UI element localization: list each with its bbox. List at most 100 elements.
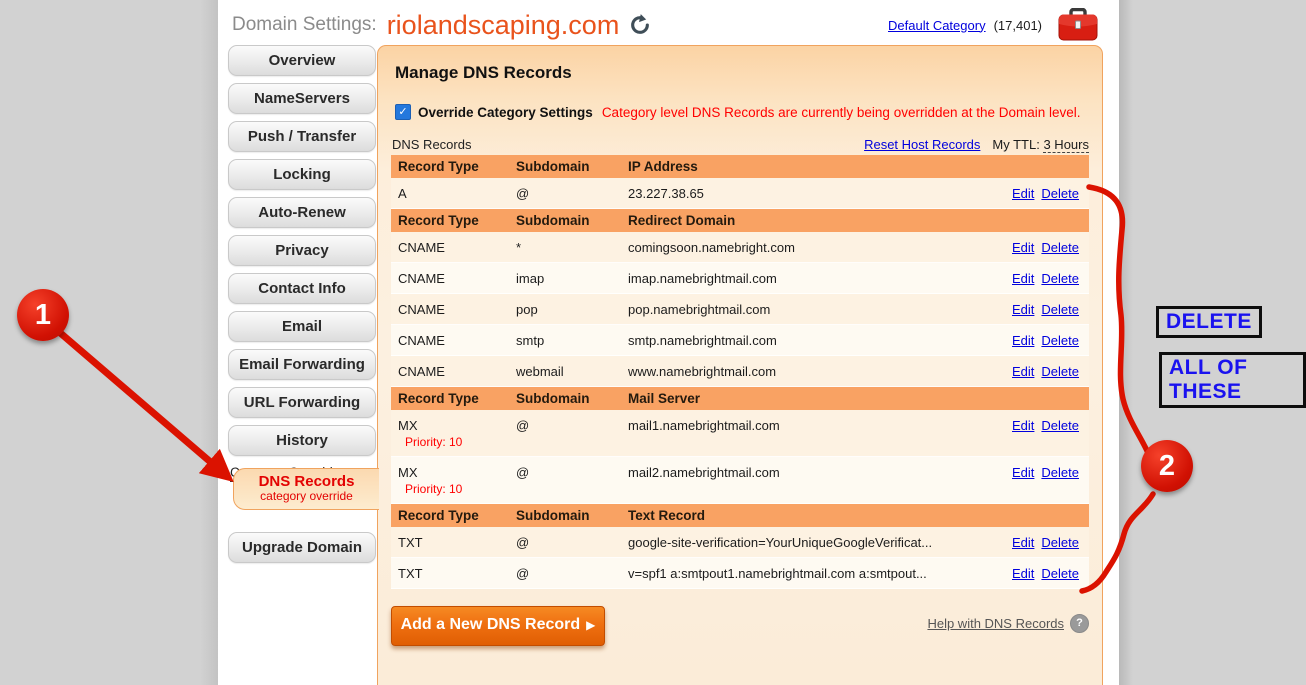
refresh-icon[interactable] — [629, 14, 651, 36]
record-type-cell: CNAME — [398, 271, 516, 286]
delete-link[interactable]: Delete — [1041, 186, 1079, 201]
row-actions: Edit Delete — [993, 364, 1089, 379]
row-actions: Edit Delete — [993, 186, 1089, 201]
table-row: CNAMEsmtpsmtp.namebrightmail.comEditDele… — [391, 325, 1089, 356]
reset-host-records-link[interactable]: Reset Host Records — [864, 137, 980, 152]
table-row: TXT@v=spf1 a:smtpout1.namebrightmail.com… — [391, 558, 1089, 589]
manage-dns-panel: Manage DNS Records ✓ Override Category S… — [377, 45, 1103, 685]
table-row: A@23.227.38.65EditDelete — [391, 178, 1089, 209]
edit-link[interactable]: Edit — [1012, 240, 1034, 255]
delete-link[interactable]: Delete — [1041, 465, 1079, 480]
delete-link[interactable]: Delete — [1041, 418, 1079, 433]
record-type: MX — [398, 465, 516, 480]
sidebar-item-contact-info[interactable]: Contact Info — [228, 273, 376, 304]
question-mark-icon[interactable]: ? — [1070, 614, 1089, 633]
record-type: CNAME — [398, 240, 516, 255]
category-count: (17,401) — [994, 18, 1042, 33]
table-row: TXT@google-site-verification=YourUniqueG… — [391, 527, 1089, 558]
record-priority: Priority: 10 — [405, 482, 516, 496]
column-header-record-type: Record Type — [398, 159, 516, 174]
ttl-value[interactable]: 3 Hours — [1043, 137, 1089, 153]
sidebar-item-overview[interactable]: Overview — [228, 45, 376, 76]
edit-link[interactable]: Edit — [1012, 271, 1034, 286]
sidebar-item-dns-records-override[interactable]: DNS Records category override — [233, 468, 379, 510]
header: Domain Settings: riolandscaping.com Defa… — [232, 6, 1112, 44]
table-section-header: Record TypeSubdomainMail Server — [391, 387, 1089, 410]
upgrade-domain-button[interactable]: Upgrade Domain — [228, 532, 376, 563]
edit-link[interactable]: Edit — [1012, 418, 1034, 433]
help-dns-records-link[interactable]: Help with DNS Records — [927, 616, 1064, 631]
row-actions: Edit Delete — [993, 271, 1089, 286]
record-type-cell: CNAME — [398, 364, 516, 379]
delete-link[interactable]: Delete — [1041, 535, 1079, 550]
table-row: MXPriority: 10@mail1.namebrightmail.comE… — [391, 410, 1089, 457]
row-actions: Edit Delete — [993, 535, 1089, 550]
edit-link[interactable]: Edit — [1012, 186, 1034, 201]
record-value-cell: comingsoon.namebright.com — [628, 240, 993, 255]
sidebar-item-push-transfer[interactable]: Push / Transfer — [228, 121, 376, 152]
row-actions: Edit Delete — [993, 566, 1089, 581]
subdomain-cell: @ — [516, 418, 628, 433]
ttl-text: My TTL: 3 Hours — [992, 137, 1089, 152]
delete-link[interactable]: Delete — [1041, 333, 1079, 348]
edit-link[interactable]: Edit — [1012, 364, 1034, 379]
sidebar-item-history[interactable]: History — [228, 425, 376, 456]
sidebar-item-locking[interactable]: Locking — [228, 159, 376, 190]
add-dns-record-button[interactable]: Add a New DNS Record▶ — [391, 606, 605, 646]
row-actions: Edit Delete — [993, 333, 1089, 348]
row-actions: Edit Delete — [993, 302, 1089, 317]
subdomain-cell: @ — [516, 566, 628, 581]
table-section-header: Record TypeSubdomainRedirect Domain — [391, 209, 1089, 232]
edit-link[interactable]: Edit — [1012, 566, 1034, 581]
record-type-cell: MX Priority: 10 — [398, 465, 516, 496]
annotation-delete-label: DELETE — [1156, 306, 1262, 338]
column-header-actions — [993, 391, 1089, 406]
edit-link[interactable]: Edit — [1012, 535, 1034, 550]
sidebar-item-nameservers[interactable]: NameServers — [228, 83, 376, 114]
delete-link[interactable]: Delete — [1041, 302, 1079, 317]
sidebar-item-privacy[interactable]: Privacy — [228, 235, 376, 266]
annotation-step-2: 2 — [1141, 440, 1193, 492]
subdomain-cell: imap — [516, 271, 628, 286]
column-header-actions — [993, 159, 1089, 174]
record-value-cell: imap.namebrightmail.com — [628, 271, 993, 286]
edit-link[interactable]: Edit — [1012, 465, 1034, 480]
help-wrap: Help with DNS Records ? — [927, 614, 1089, 633]
delete-link[interactable]: Delete — [1041, 566, 1079, 581]
annotation-all-of-these-label: ALL OF THESE — [1159, 352, 1306, 408]
edit-link[interactable]: Edit — [1012, 333, 1034, 348]
sidebar-item-email-forwarding[interactable]: Email Forwarding — [228, 349, 376, 380]
table-row: CNAMEwebmailwww.namebrightmail.comEditDe… — [391, 356, 1089, 387]
table-section-header: Record TypeSubdomainText Record — [391, 504, 1089, 527]
record-type-cell: CNAME — [398, 333, 516, 348]
sidebar: Overview NameServers Push / Transfer Lockin… — [228, 45, 376, 488]
sidebar-item-email[interactable]: Email — [228, 311, 376, 342]
briefcase-icon[interactable] — [1058, 8, 1098, 42]
record-value-cell: google-site-verification=YourUniqueGoogl… — [628, 535, 993, 550]
delete-link[interactable]: Delete — [1041, 240, 1079, 255]
column-header-subdomain: Subdomain — [516, 508, 628, 523]
column-header-text-record: Text Record — [628, 508, 993, 523]
column-header-record-type: Record Type — [398, 391, 516, 406]
arrow-right-icon: ▶ — [586, 618, 595, 632]
sidebar-item-url-forwarding[interactable]: URL Forwarding — [228, 387, 376, 418]
column-header-mail-server: Mail Server — [628, 391, 993, 406]
table-label-right: Reset Host Records My TTL: 3 Hours — [864, 137, 1089, 152]
default-category-link[interactable]: Default Category — [888, 18, 986, 33]
delete-link[interactable]: Delete — [1041, 271, 1079, 286]
delete-link[interactable]: Delete — [1041, 364, 1079, 379]
table-row: CNAMEpoppop.namebrightmail.comEditDelete — [391, 294, 1089, 325]
record-type-cell: CNAME — [398, 302, 516, 317]
record-type-cell: CNAME — [398, 240, 516, 255]
edit-link[interactable]: Edit — [1012, 302, 1034, 317]
dns-records-tab-subtitle: category override — [234, 489, 379, 503]
table-row: MXPriority: 10@mail2.namebrightmail.comE… — [391, 457, 1089, 504]
override-category-checkbox[interactable]: ✓ — [395, 104, 411, 120]
record-value-cell: smtp.namebrightmail.com — [628, 333, 993, 348]
override-checkbox-label: Override Category Settings — [418, 105, 593, 120]
column-header-subdomain: Subdomain — [516, 213, 628, 228]
sidebar-item-auto-renew[interactable]: Auto-Renew — [228, 197, 376, 228]
column-header-record-type: Record Type — [398, 213, 516, 228]
app-window: Domain Settings: riolandscaping.com Defa… — [218, 0, 1119, 685]
record-value-cell: 23.227.38.65 — [628, 186, 993, 201]
